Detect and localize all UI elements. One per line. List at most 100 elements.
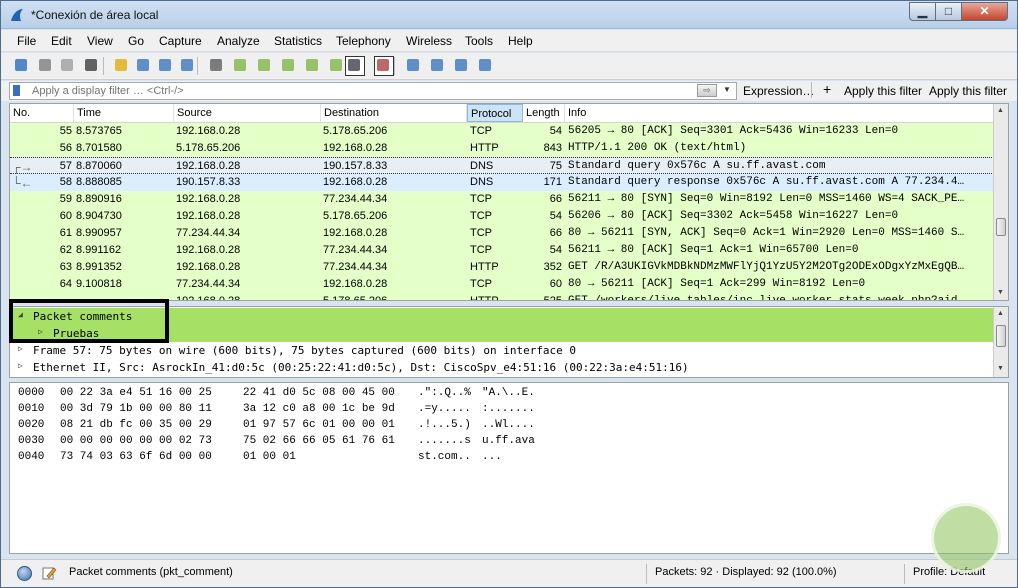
column-time[interactable]: Time bbox=[74, 104, 174, 122]
menu-view[interactable]: View bbox=[87, 34, 113, 48]
menu-telephony[interactable]: Telephony bbox=[336, 34, 391, 48]
packet-proto: DNS bbox=[470, 176, 494, 188]
hex-ascii: ..Wl.... bbox=[482, 419, 535, 431]
filter-history-dropdown[interactable]: ▼ bbox=[723, 85, 731, 94]
column-length[interactable]: Length bbox=[523, 104, 565, 122]
packet-row[interactable]: ┌→ 57 8.870060 192.168.0.28 190.157.8.33 DNS 7… bbox=[10, 157, 994, 174]
packet-no: 64 bbox=[59, 278, 72, 290]
save-file-icon[interactable] bbox=[135, 57, 153, 75]
detail-text: Frame 57: 75 bytes on wire (600 bits), 7… bbox=[33, 344, 577, 357]
reload-icon[interactable] bbox=[179, 57, 197, 75]
status-separator-1 bbox=[646, 564, 647, 584]
menu-help[interactable]: Help bbox=[508, 34, 533, 48]
expert-info-icon[interactable] bbox=[17, 566, 32, 581]
hex-bytes: 01 00 01 bbox=[243, 451, 296, 463]
resize-columns-icon[interactable] bbox=[477, 57, 495, 75]
open-file-icon[interactable] bbox=[113, 57, 131, 75]
normal-size-icon[interactable] bbox=[453, 57, 471, 75]
column-source[interactable]: Source bbox=[174, 104, 321, 122]
packet-row[interactable]: 56 8.701580 5.178.65.206 192.168.0.28 HTTP 84… bbox=[10, 140, 994, 157]
find-packet-icon[interactable] bbox=[208, 57, 226, 75]
scroll-down-arrow-icon[interactable]: ▼ bbox=[997, 289, 1004, 296]
filter-button-2[interactable]: Apply this filter bbox=[929, 84, 1007, 98]
scroll-up-arrow-icon[interactable]: ▲ bbox=[997, 107, 1004, 114]
hex-dump-line[interactable]: 0040 73 74 03 63 6f 6d 00 00 01 00 01 st.co… bbox=[10, 451, 610, 467]
hex-dump-line[interactable]: 0020 08 21 db fc 00 35 00 29 01 97 57 6c 0… bbox=[10, 419, 610, 435]
packet-dst: 5.178.65.206 bbox=[323, 125, 388, 137]
packet-proto: HTTP bbox=[470, 261, 499, 273]
minimize-button[interactable]: ▁ bbox=[909, 2, 936, 21]
packet-row[interactable]: 62 8.991162 192.168.0.28 77.234.44.34 TCP 54 5… bbox=[10, 242, 994, 259]
packet-row[interactable]: 59 8.890916 192.168.0.28 77.234.44.34 TCP 66 5… bbox=[10, 191, 994, 208]
zoom-in-icon[interactable] bbox=[405, 57, 423, 75]
go-to-packet-icon[interactable] bbox=[280, 57, 298, 75]
detail-tree-item[interactable]: ▷ Frame 57: 75 bytes on wire (600 bits), … bbox=[10, 342, 994, 359]
packet-list-scroll-thumb[interactable] bbox=[996, 218, 1006, 236]
menu-go[interactable]: Go bbox=[128, 34, 144, 48]
menu-capture[interactable]: Capture bbox=[159, 34, 202, 48]
shark-fin-start-icon[interactable] bbox=[13, 57, 31, 75]
edit-comment-icon[interactable] bbox=[41, 565, 57, 581]
menu-file[interactable]: File bbox=[17, 34, 36, 48]
packet-time: 9.100818 bbox=[76, 278, 122, 290]
go-back-icon[interactable] bbox=[232, 57, 250, 75]
hex-dump-line[interactable]: 0000 00 22 3a e4 51 16 00 25 22 41 d0 5c 0… bbox=[10, 387, 610, 403]
packet-time: 8.701580 bbox=[76, 142, 122, 154]
apply-filter-arrow-button[interactable]: ⇨ bbox=[697, 84, 717, 97]
colorize-icon[interactable] bbox=[374, 56, 394, 76]
packet-no: 62 bbox=[59, 244, 72, 256]
packet-row[interactable]: 61 8.990957 77.234.44.34 192.168.0.28 TCP 66 8… bbox=[10, 225, 994, 242]
hex-bytes: 01 97 57 6c 01 00 00 01 bbox=[243, 419, 395, 431]
menu-wireless[interactable]: Wireless bbox=[406, 34, 452, 48]
hex-dump-line[interactable]: 0030 00 00 00 00 00 00 02 73 75 02 66 66 0… bbox=[10, 435, 610, 451]
stop-icon[interactable] bbox=[37, 57, 55, 75]
column-protocol[interactable]: Protocol bbox=[467, 104, 523, 122]
hex-ascii: u.ff.ava bbox=[482, 435, 535, 447]
close-file-icon[interactable] bbox=[157, 57, 175, 75]
column-info[interactable]: Info bbox=[565, 104, 994, 122]
packet-no: 61 bbox=[59, 227, 72, 239]
capture-options-icon[interactable] bbox=[83, 57, 101, 75]
packet-comments-highlight-box bbox=[9, 299, 169, 343]
expression-button[interactable]: Expression… bbox=[743, 84, 814, 98]
packet-list-scrollbar[interactable]: ▲ ▼ bbox=[993, 104, 1008, 300]
packet-row[interactable]: └← 58 8.888085 190.157.8.33 192.168.0.28 DNS 1… bbox=[10, 174, 994, 191]
details-scroll-down-icon[interactable]: ▼ bbox=[997, 365, 1004, 372]
last-packet-icon[interactable] bbox=[328, 57, 346, 75]
close-button[interactable]: ✕ bbox=[961, 2, 1008, 21]
packet-no: 55 bbox=[59, 125, 72, 137]
expand-toggle-icon[interactable]: ▷ bbox=[18, 361, 23, 370]
menu-analyze[interactable]: Analyze bbox=[217, 34, 260, 48]
menu-statistics[interactable]: Statistics bbox=[274, 34, 322, 48]
packet-row[interactable]: 63 8.991352 192.168.0.28 77.234.44.34 HTTP 35… bbox=[10, 259, 994, 276]
filter-bookmark-icon[interactable] bbox=[13, 85, 20, 96]
column-no[interactable]: No. bbox=[10, 104, 74, 122]
packet-row[interactable]: 55 8.573765 192.168.0.28 5.178.65.206 TCP 54 5… bbox=[10, 123, 994, 140]
filter-button-1[interactable]: Apply this filter bbox=[844, 84, 922, 98]
packet-src: 77.234.44.34 bbox=[176, 278, 241, 290]
zoom-out-icon[interactable] bbox=[429, 57, 447, 75]
expand-toggle-icon[interactable]: ▷ bbox=[18, 344, 23, 353]
display-filter-input[interactable] bbox=[9, 82, 737, 100]
details-scroll-up-icon[interactable]: ▲ bbox=[997, 310, 1004, 317]
menu-edit[interactable]: Edit bbox=[51, 34, 72, 48]
packet-proto: TCP bbox=[470, 278, 492, 290]
first-packet-icon[interactable] bbox=[304, 57, 322, 75]
maximize-button[interactable]: □ bbox=[935, 2, 962, 21]
details-scrollbar[interactable]: ▲ ▼ bbox=[993, 307, 1008, 377]
autoscroll-icon[interactable] bbox=[345, 56, 365, 76]
column-destination[interactable]: Destination bbox=[321, 104, 467, 122]
add-filter-button[interactable]: + bbox=[823, 81, 831, 97]
hex-dump-line[interactable]: 0010 00 3d 79 1b 00 00 80 11 3a 12 c0 a8 0… bbox=[10, 403, 610, 419]
packet-list-pane: No. Time Source Destination Protocol Len… bbox=[9, 103, 1009, 301]
menu-tools[interactable]: Tools bbox=[465, 34, 493, 48]
packet-dst: 5.178.65.206 bbox=[323, 210, 388, 222]
wireshark-fin-icon bbox=[11, 9, 23, 21]
packet-row[interactable]: 60 8.904730 192.168.0.28 5.178.65.206 TCP 54 5… bbox=[10, 208, 994, 225]
details-scroll-thumb[interactable] bbox=[996, 325, 1006, 347]
go-forward-icon[interactable] bbox=[256, 57, 274, 75]
packet-info: 56206 → 80 [ACK] Seq=3302 Ack=5458 Win=1… bbox=[568, 210, 899, 222]
packet-row[interactable]: 64 9.100818 77.234.44.34 192.168.0.28 TCP 60 8… bbox=[10, 276, 994, 293]
restart-icon[interactable] bbox=[59, 57, 77, 75]
detail-tree-item[interactable]: ▷ Ethernet II, Src: AsrockIn_41:d0:5c (00… bbox=[10, 359, 994, 376]
